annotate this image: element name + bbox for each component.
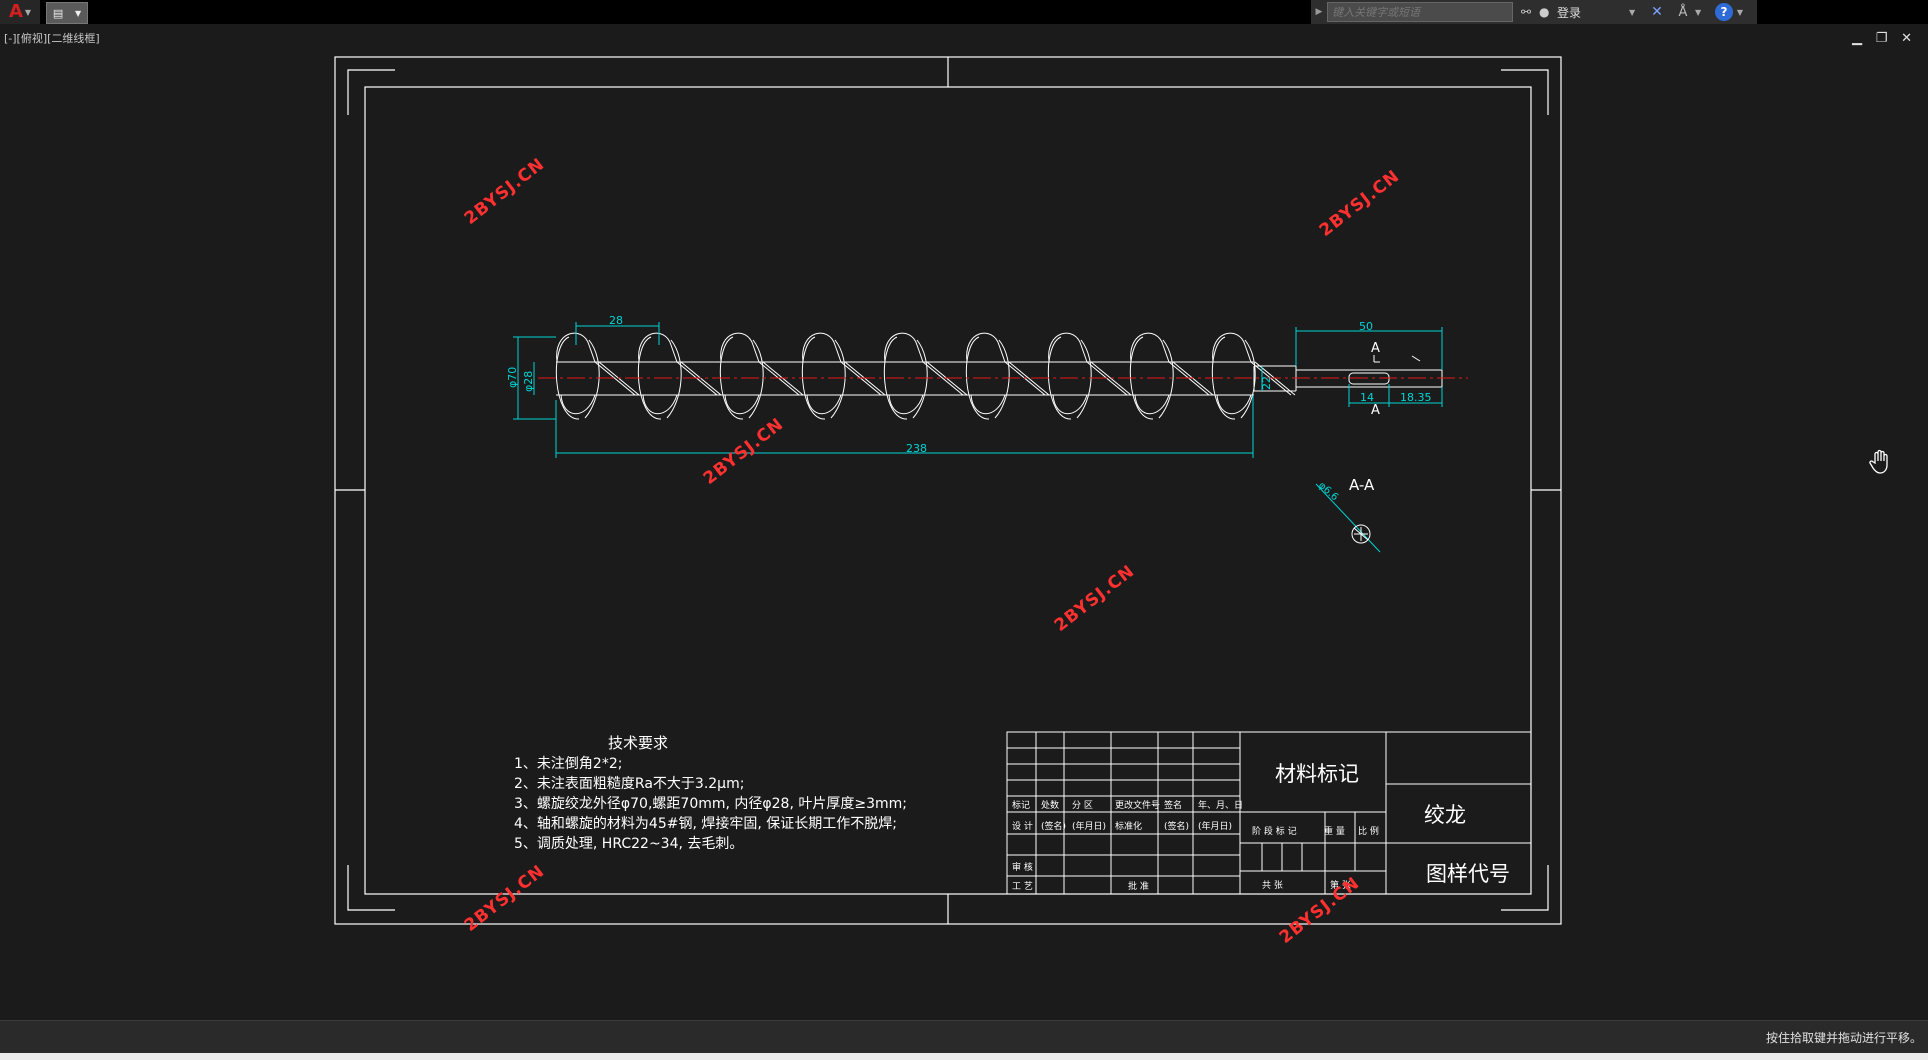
svg-text:重 量: 重 量 — [1324, 825, 1345, 837]
design-row-cell: (签名) — [1041, 820, 1066, 832]
revision-header: 年、月、日 — [1198, 799, 1243, 811]
process-label: 工 艺 — [1012, 881, 1033, 892]
review-label: 审 核 — [1012, 861, 1033, 873]
svg-text:1、未注倒角2*2;: 1、未注倒角2*2; — [514, 756, 622, 772]
section-view — [1351, 355, 1421, 544]
svg-text:A: A — [1371, 341, 1380, 356]
svg-text:238: 238 — [906, 442, 927, 455]
title-block-texts: 材料标记 绞龙 图样代号 阶 段 标 记 重 量 比 例 共 张 第 张 — [1252, 762, 1510, 891]
auger-flight-edge — [1158, 339, 1174, 419]
svg-text:4、轴和螺旋的材料为45#钢, 焊接牢固, 保证长期工作不脱: 4、轴和螺旋的材料为45#钢, 焊接牢固, 保证长期工作不脱焊; — [514, 815, 897, 832]
auger-flight-edge — [802, 332, 842, 363]
svg-text:A-A: A-A — [1349, 476, 1375, 494]
design-row-cell: (年月日) — [1198, 820, 1232, 832]
svg-text:2BYSJ.CN: 2BYSJ.CN — [461, 861, 549, 936]
svg-text:5、调质处理, HRC22~34, 去毛刺。: 5、调质处理, HRC22~34, 去毛刺。 — [514, 836, 743, 852]
auger-flight-edge — [1048, 332, 1088, 363]
auger-flight-edge — [1076, 339, 1092, 419]
auger-flight-edge — [638, 332, 678, 363]
revision-header: 签名 — [1164, 799, 1182, 811]
drawing-canvas[interactable]: 28 238 50 14 18.35 φ70 φ28 22 φ6.6 A A A… — [0, 0, 1928, 1060]
design-row-cell: (签名) — [1164, 820, 1189, 832]
pan-hand-icon — [1869, 449, 1888, 474]
svg-text:28: 28 — [609, 314, 623, 327]
auger-flight-edge — [994, 339, 1010, 419]
dimension-texts: 28 238 50 14 18.35 φ70 φ28 22 — [506, 314, 1432, 455]
svg-text:φ28: φ28 — [522, 371, 535, 392]
revision-header: 标记 — [1012, 799, 1030, 811]
revision-texts: 标记 处数 分 区 更改文件号 签名 年、月、日设 计 (签名) (年月日) 标准化 (签名) (年… — [1012, 799, 1243, 892]
svg-text:50: 50 — [1359, 320, 1373, 333]
auger-flight-edge — [912, 339, 928, 419]
svg-text:比 例: 比 例 — [1358, 825, 1379, 837]
status-message: 按住拾取键并拖动进行平移。 — [1765, 1031, 1922, 1045]
bottom-edge — [0, 1053, 1928, 1060]
auger-flights — [555, 332, 1296, 420]
svg-text:3、螺旋绞龙外径φ70,螺距70mm, 内径φ28, 叶片厚: 3、螺旋绞龙外径φ70,螺距70mm, 内径φ28, 叶片厚度≥3mm; — [514, 795, 907, 812]
svg-text:2BYSJ.CN: 2BYSJ.CN — [461, 154, 549, 229]
revision-grid — [1006, 731, 1241, 895]
svg-text:φ70: φ70 — [506, 367, 519, 388]
svg-text:材料标记: 材料标记 — [1275, 762, 1359, 786]
section-marks: A A A-A — [1349, 341, 1380, 494]
design-row-cell: 标准化 — [1115, 820, 1142, 832]
auger-flight-edge — [720, 332, 760, 363]
approve-label: 批 准 — [1128, 880, 1149, 892]
revision-header: 处数 — [1041, 799, 1059, 811]
auger-flight-edge — [666, 339, 682, 419]
auger-flight-edge — [1130, 332, 1170, 363]
svg-text:2BYSJ.CN: 2BYSJ.CN — [700, 414, 788, 489]
design-row-cell: (年月日) — [1072, 820, 1106, 832]
auger-flight-edge — [748, 339, 764, 419]
svg-text:图样代号: 图样代号 — [1426, 862, 1510, 886]
status-bar: 按住拾取键并拖动进行平移。 — [0, 1020, 1928, 1053]
auger-flight-edge — [966, 332, 1006, 363]
auger-flight-edge — [884, 332, 924, 363]
auger-flight-edge — [1212, 332, 1252, 363]
svg-text:2、未注表面粗糙度Ra不大于3.2μm;: 2、未注表面粗糙度Ra不大于3.2μm; — [514, 776, 744, 792]
section-dim-text: φ6.6 — [1316, 480, 1340, 503]
svg-text:绞龙: 绞龙 — [1424, 803, 1466, 827]
technical-requirements: 技术要求 1、未注倒角2*2; 2、未注表面粗糙度Ra不大于3.2μm; 3、螺… — [514, 734, 907, 852]
svg-text:共 张: 共 张 — [1262, 880, 1283, 891]
svg-text:A: A — [1371, 403, 1380, 418]
auger-flight-edge — [584, 339, 600, 419]
svg-text:2BYSJ.CN: 2BYSJ.CN — [1276, 873, 1364, 948]
auger-flight-edge — [830, 339, 846, 419]
svg-text:2BYSJ.CN: 2BYSJ.CN — [1316, 166, 1404, 241]
revision-header: 分 区 — [1072, 800, 1093, 811]
svg-text:18.35: 18.35 — [1400, 391, 1432, 404]
revision-header: 更改文件号 — [1115, 799, 1160, 811]
svg-text:技术要求: 技术要求 — [608, 734, 668, 752]
svg-text:22: 22 — [1260, 376, 1273, 390]
svg-text:2BYSJ.CN: 2BYSJ.CN — [1051, 561, 1139, 636]
svg-text:阶 段 标 记: 阶 段 标 记 — [1252, 825, 1297, 837]
design-row-cell: 设 计 — [1012, 820, 1033, 832]
dimensions — [513, 322, 1443, 553]
